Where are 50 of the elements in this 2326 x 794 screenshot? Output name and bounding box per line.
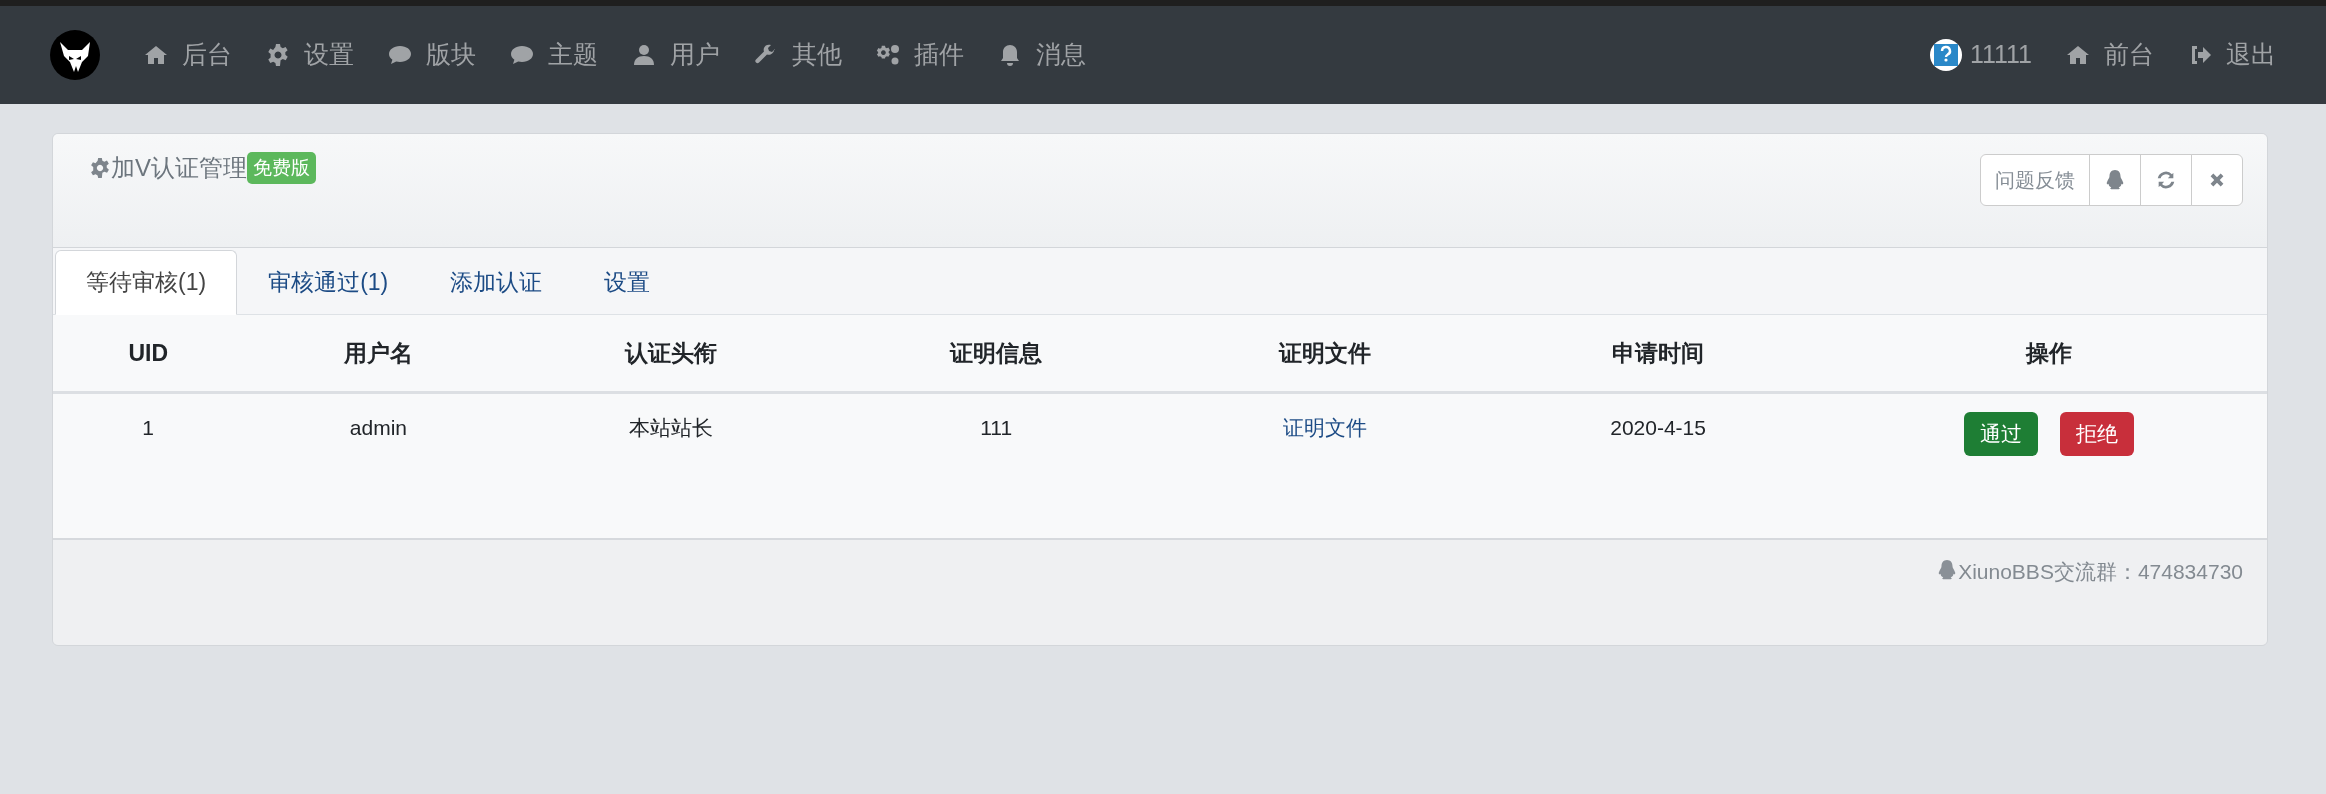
- table-cell: 本站站长: [513, 392, 828, 538]
- nav-link[interactable]: 版块: [388, 36, 476, 74]
- tab[interactable]: 审核通过(1): [237, 250, 420, 315]
- table-cell: admin: [243, 392, 514, 538]
- tab[interactable]: 等待审核(1): [55, 250, 238, 315]
- column-header: 证明信息: [827, 314, 1165, 393]
- approve-button[interactable]: 通过: [1963, 412, 2038, 456]
- bell-icon: [998, 43, 1022, 67]
- nav-link[interactable]: 主题: [510, 36, 598, 74]
- gears-icon: [876, 43, 900, 67]
- reject-button[interactable]: 拒绝: [2059, 412, 2134, 456]
- qq-button[interactable]: [2089, 154, 2141, 206]
- user-icon: [632, 43, 656, 67]
- group-info: XiunoBBS交流群：474834730: [1958, 558, 2243, 585]
- home-icon: [144, 43, 168, 67]
- nav-link[interactable]: 消息: [998, 36, 1086, 74]
- column-header: 用户名: [243, 314, 514, 393]
- nav-link[interactable]: 后台: [144, 36, 232, 74]
- column-header: 认证头衔: [513, 314, 828, 393]
- column-header: 操作: [1830, 314, 2267, 393]
- home-icon: [2066, 43, 2090, 67]
- speech-bubble-icon: [510, 43, 534, 67]
- edition-badge: 免费版: [247, 151, 316, 185]
- gear-icon: [89, 156, 111, 180]
- file-link[interactable]: 证明文件: [1282, 416, 1367, 439]
- nav-link[interactable]: 退出: [2188, 36, 2276, 74]
- tab[interactable]: 添加认证: [419, 250, 574, 315]
- gear-icon: [266, 43, 290, 67]
- nav-link[interactable]: 设置: [266, 36, 354, 74]
- avatar-icon: [1929, 39, 1962, 71]
- column-header: 申请时间: [1485, 314, 1831, 393]
- column-header: UID: [53, 314, 244, 393]
- table-cell: 2020-4-15: [1485, 392, 1831, 538]
- nav-link[interactable]: 前台: [2066, 36, 2154, 74]
- logo[interactable]: [50, 30, 100, 80]
- refresh-icon: [2155, 169, 2177, 191]
- tab[interactable]: 设置: [573, 250, 682, 315]
- penguin-icon: [2104, 169, 2126, 191]
- table-cell: 1: [53, 392, 244, 538]
- refresh-button[interactable]: [2140, 154, 2192, 206]
- user-link[interactable]: 11111: [1929, 36, 2032, 74]
- table-cell: 111: [827, 392, 1165, 538]
- nav-link[interactable]: 插件: [876, 36, 964, 74]
- nav-link[interactable]: 用户: [632, 36, 720, 74]
- column-header: 证明文件: [1164, 314, 1486, 393]
- close-button[interactable]: [2191, 154, 2243, 206]
- panel-title: 加V认证管理: [111, 153, 247, 183]
- feedback-button[interactable]: 问题反馈: [1980, 154, 2090, 206]
- nav-link[interactable]: 其他: [754, 36, 842, 74]
- speech-bubble-icon: [388, 43, 412, 67]
